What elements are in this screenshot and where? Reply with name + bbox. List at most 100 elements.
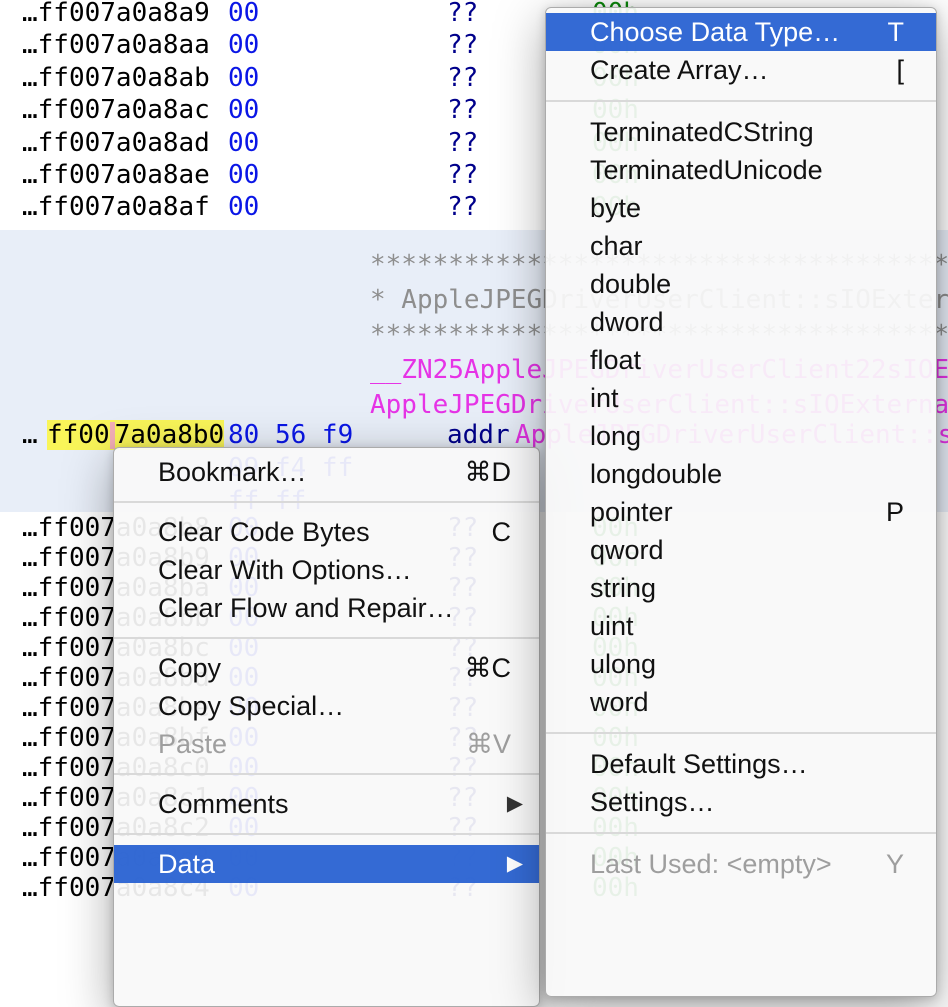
hex-mnemonic: ??	[447, 128, 478, 158]
hex-byte: 00	[228, 0, 259, 28]
data-submenu-item-byte[interactable]: byte	[546, 189, 936, 227]
menu-item-shortcut: [	[896, 51, 904, 89]
data-submenu-item-string[interactable]: string	[546, 569, 936, 607]
menu-item-shortcut: T	[888, 13, 905, 51]
menu-item-label: Choose Data Type…	[590, 17, 840, 47]
menu-item-label: string	[590, 573, 656, 603]
menu-item-label: pointer	[590, 497, 673, 527]
context-menu-item-paste[interactable]: Paste⌘V	[114, 725, 539, 763]
hex-addr: …ff007a0a8ad	[22, 128, 210, 158]
hex-mnemonic: ??	[447, 30, 478, 60]
data-submenu-item-settings[interactable]: Settings…	[546, 783, 936, 821]
menu-item-label: Data	[158, 849, 215, 879]
data-submenu-item-double[interactable]: double	[546, 265, 936, 303]
menu-item-label: longdouble	[590, 459, 722, 489]
menu-separator	[114, 833, 539, 835]
menu-item-label: Default Settings…	[590, 749, 808, 779]
hex-byte: 00	[228, 30, 259, 60]
hex-mnemonic: ??	[447, 63, 478, 93]
menu-item-label: Clear Flow and Repair…	[158, 593, 454, 623]
address-prefix: …	[22, 420, 38, 450]
context-menu-item-clear-with-options[interactable]: Clear With Options…	[114, 551, 539, 589]
menu-item-shortcut: Y	[886, 845, 904, 883]
submenu-arrow-icon: ▶	[507, 785, 523, 823]
menu-item-label: Comments	[158, 789, 289, 819]
menu-item-label: Clear Code Bytes	[158, 517, 370, 547]
data-type-mnemonic: addr	[447, 420, 510, 450]
data-submenu-item-qword[interactable]: qword	[546, 531, 936, 569]
hex-byte: 00	[228, 63, 259, 93]
data-submenu-item-choose-data-type[interactable]: Choose Data Type… T	[546, 13, 936, 51]
hex-byte: 00	[228, 95, 259, 125]
menu-item-label: uint	[590, 611, 634, 641]
hex-byte: 00	[228, 128, 259, 158]
menu-item-label: TerminatedCString	[590, 117, 814, 147]
menu-item-label: Copy	[158, 653, 221, 683]
hex-byte: 00	[228, 160, 259, 190]
context-menu: Bookmark… ⌘D Clear Code Bytes CClear With O…	[113, 447, 540, 1007]
menu-item-shortcut: ⌘D	[465, 453, 512, 491]
data-submenu-item-int[interactable]: int	[546, 379, 936, 417]
data-submenu-item-word[interactable]: word	[546, 683, 936, 721]
context-menu-item-clear-code-bytes[interactable]: Clear Code Bytes C	[114, 513, 539, 551]
menu-item-label: Settings…	[590, 787, 715, 817]
menu-separator	[546, 832, 936, 834]
menu-item-label: TerminatedUnicode	[590, 155, 823, 185]
context-menu-item-clear-flow-and-repair[interactable]: Clear Flow and Repair…	[114, 589, 539, 627]
data-submenu-item-last-used-empty[interactable]: Last Used: <empty> Y	[546, 845, 936, 883]
data-submenu-item-longdouble[interactable]: longdouble	[546, 455, 936, 493]
data-submenu-item-uint[interactable]: uint	[546, 607, 936, 645]
menu-separator	[546, 100, 936, 102]
menu-item-shortcut: ⌘V	[466, 725, 511, 763]
context-menu-item-copy[interactable]: Copy ⌘C	[114, 649, 539, 687]
menu-item-label: int	[590, 383, 619, 413]
menu-item-label: qword	[590, 535, 664, 565]
data-submenu-item-create-array[interactable]: Create Array… [	[546, 51, 936, 89]
data-submenu-item-terminatedcstring[interactable]: TerminatedCString	[546, 113, 936, 151]
menu-item-label: ulong	[590, 649, 656, 679]
menu-item-label: Bookmark…	[158, 457, 307, 487]
data-type-submenu: Choose Data Type… T Create Array… [ Terminat…	[545, 7, 937, 997]
menu-item-label: Create Array…	[590, 55, 769, 85]
hex-mnemonic: ??	[447, 192, 478, 222]
submenu-arrow-icon: ▶	[507, 845, 523, 883]
menu-item-shortcut: P	[886, 493, 904, 531]
data-submenu-item-pointer[interactable]: pointer P	[546, 493, 936, 531]
hex-bytes: 80 56 f9	[228, 420, 353, 450]
menu-item-shortcut: ⌘C	[465, 649, 512, 687]
hex-addr: …ff007a0a8ae	[22, 160, 210, 190]
data-submenu-item-long[interactable]: long	[546, 417, 936, 455]
hex-mnemonic: ??	[447, 160, 478, 190]
menu-item-label: Last Used: <empty>	[590, 849, 832, 879]
hex-addr: …ff007a0a8af	[22, 192, 210, 222]
data-submenu-item-terminatedunicode[interactable]: TerminatedUnicode	[546, 151, 936, 189]
hex-addr: …ff007a0a8aa	[22, 30, 210, 60]
hex-addr: …ff007a0a8ac	[22, 95, 210, 125]
data-submenu-item-char[interactable]: char	[546, 227, 936, 265]
address-after-caret: 7a0a8b0	[115, 420, 225, 450]
context-menu-item-data[interactable]: Data ▶	[114, 845, 539, 883]
menu-item-label: dword	[590, 307, 664, 337]
menu-separator	[114, 501, 539, 503]
address-before-caret: ff00	[47, 420, 110, 450]
menu-separator	[546, 732, 936, 734]
menu-item-label: long	[590, 421, 641, 451]
data-submenu-item-default-settings[interactable]: Default Settings…	[546, 745, 936, 783]
hex-mnemonic: ??	[447, 0, 478, 28]
hex-mnemonic: ??	[447, 95, 478, 125]
hex-addr: …ff007a0a8ab	[22, 63, 210, 93]
data-submenu-item-ulong[interactable]: ulong	[546, 645, 936, 683]
hex-byte: 00	[228, 192, 259, 222]
context-menu-item-comments[interactable]: Comments ▶	[114, 785, 539, 823]
context-menu-item-bookmark[interactable]: Bookmark… ⌘D	[114, 453, 539, 491]
menu-item-shortcut: C	[492, 513, 512, 551]
hex-addr: …ff007a0a8a9	[22, 0, 210, 28]
menu-item-label: byte	[590, 193, 641, 223]
data-submenu-item-dword[interactable]: dword	[546, 303, 936, 341]
menu-item-label: char	[590, 231, 643, 261]
menu-item-label: double	[590, 269, 671, 299]
data-submenu-item-float[interactable]: float	[546, 341, 936, 379]
context-menu-item-copy-special[interactable]: Copy Special…	[114, 687, 539, 725]
menu-item-label: word	[590, 687, 649, 717]
menu-item-label: float	[590, 345, 641, 375]
